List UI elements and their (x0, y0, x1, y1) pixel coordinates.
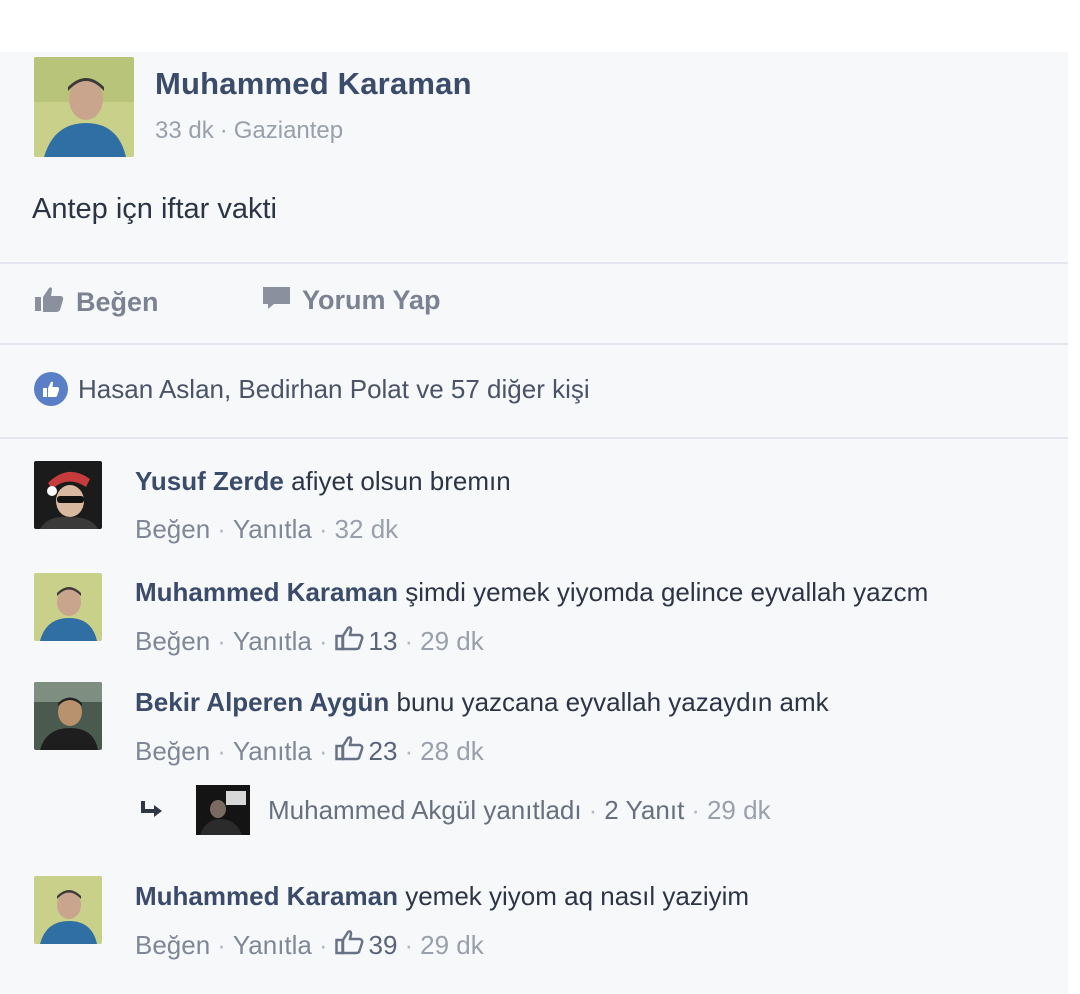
post-location[interactable]: Gaziantep (234, 117, 343, 144)
likes-summary[interactable]: Hasan Aslan, Bedirhan Polat ve 57 diğer … (34, 372, 590, 406)
reply-time[interactable]: 29 dk (707, 795, 771, 826)
comment-like-count[interactable]: 13 (369, 626, 398, 657)
divider (0, 262, 1068, 264)
comment-author[interactable]: Muhammed Karaman (135, 881, 398, 911)
post-time[interactable]: 33 dk (155, 117, 214, 144)
comment-button[interactable]: Yorum Yap (262, 285, 441, 316)
comment-icon (262, 285, 292, 316)
comment-avatar[interactable] (34, 876, 102, 944)
comment-like-button[interactable]: Beğen (135, 626, 210, 657)
comment-author[interactable]: Yusuf Zerde (135, 466, 284, 496)
comment-text: yemek yiyom aq nasıl yaziyim (405, 881, 750, 911)
divider (0, 437, 1068, 439)
post-text: Antep içn iftar vakti (32, 193, 277, 225)
like-circle-icon (34, 372, 68, 406)
comment-label: Yorum Yap (302, 285, 441, 315)
comment-body: Muhammed Karaman yemek yiyom aq nasıl ya… (135, 881, 749, 912)
comment-body: Yusuf Zerde afiyet olsun bremın (135, 466, 511, 497)
comment-avatar[interactable] (34, 682, 102, 750)
thumbs-up-icon (34, 285, 66, 320)
comment-time[interactable]: 29 dk (420, 930, 484, 961)
comment-time[interactable]: 28 dk (420, 736, 484, 767)
author-avatar[interactable] (34, 57, 134, 157)
comment-avatar[interactable] (34, 461, 102, 529)
thumbs-up-icon (334, 625, 365, 658)
comment-like-count[interactable]: 39 (369, 930, 398, 961)
comment-meta: Beğen · Yanıtla · 13 · 29 dk (135, 625, 484, 658)
divider (0, 343, 1068, 345)
comment-text: afiyet olsun bremın (291, 466, 511, 496)
reply-thread[interactable]: Muhammed Akgül yanıtladı · 2 Yanıt · 29 dk (140, 785, 771, 835)
comment-reply-button[interactable]: Yanıtla (233, 626, 312, 657)
comment-body: Muhammed Karaman şimdi yemek yiyomda gel… (135, 577, 928, 608)
comment-time[interactable]: 32 dk (335, 514, 399, 545)
thumbs-up-icon (334, 929, 365, 962)
comment-meta: Beğen · Yanıtla · 32 dk (135, 514, 399, 545)
comment-like-count[interactable]: 23 (369, 736, 398, 767)
comment-reply-button[interactable]: Yanıtla (233, 736, 312, 767)
post-author[interactable]: Muhammed Karaman (155, 66, 472, 102)
comment-meta: Beğen · Yanıtla · 23 · 28 dk (135, 735, 484, 768)
comment-author[interactable]: Muhammed Karaman (135, 577, 398, 607)
comment-like-button[interactable]: Beğen (135, 514, 210, 545)
comment-text: şimdi yemek yiyomda gelince eyvallah yaz… (405, 577, 929, 607)
comment-meta: Beğen · Yanıtla · 39 · 29 dk (135, 929, 484, 962)
reply-thread-text: Muhammed Akgül yanıtladı (268, 794, 582, 825)
comment-time[interactable]: 29 dk (420, 626, 484, 657)
comment-text: bunu yazcana eyvallah yazaydın amk (396, 687, 829, 717)
comment-author[interactable]: Bekir Alperen Aygün (135, 687, 389, 717)
reply-avatar[interactable] (196, 785, 250, 835)
reply-count[interactable]: 2 Yanıt (604, 795, 684, 826)
top-band (0, 0, 1080, 52)
comment-like-button[interactable]: Beğen (135, 930, 210, 961)
comment-body: Bekir Alperen Aygün bunu yazcana eyvalla… (135, 687, 829, 718)
comment-reply-button[interactable]: Yanıtla (233, 930, 312, 961)
likes-summary-text: Hasan Aslan, Bedirhan Polat ve 57 diğer … (78, 373, 590, 404)
comment-reply-button[interactable]: Yanıtla (233, 514, 312, 545)
comment-like-button[interactable]: Beğen (135, 736, 210, 767)
reply-arrow-icon (140, 795, 166, 826)
post-meta: 33 dk · Gaziantep (155, 117, 344, 144)
like-button[interactable]: Beğen (34, 285, 159, 320)
comment-avatar[interactable] (34, 573, 102, 641)
thumbs-up-icon (334, 735, 365, 768)
like-label: Beğen (76, 287, 159, 317)
right-edge (1068, 0, 1080, 994)
